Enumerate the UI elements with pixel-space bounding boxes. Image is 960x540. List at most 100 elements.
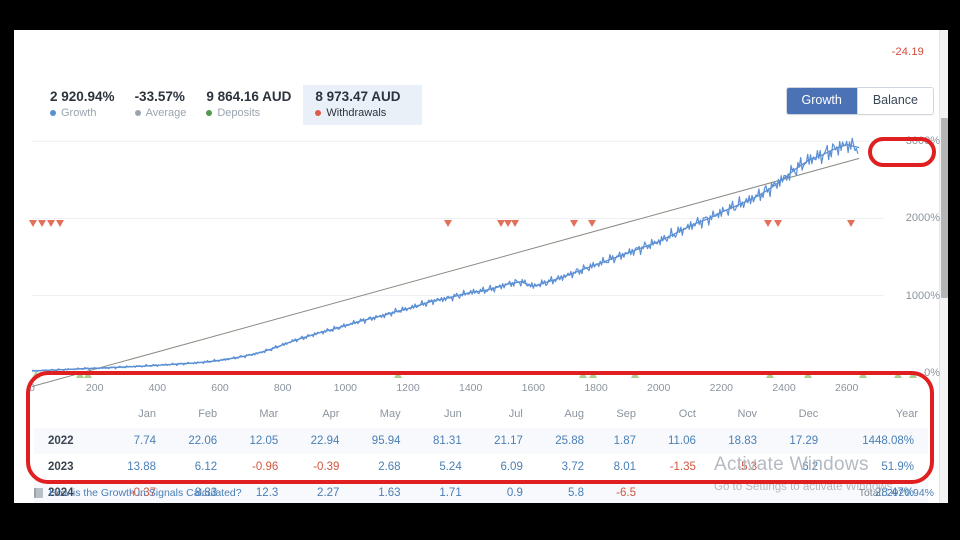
column-header: Sep (616, 408, 636, 420)
column-header: Aug (564, 408, 584, 420)
row-year: 2022 (48, 435, 74, 447)
withdrawal-marker-icon (847, 220, 855, 227)
month-value: 2.68 (378, 461, 401, 473)
x-axis-tick: 2400 (772, 382, 796, 394)
month-value: 3.72 (561, 461, 584, 473)
deposit-marker-icon (76, 371, 84, 378)
month-value: 5.24 (439, 461, 462, 473)
chart-canvas (31, 137, 884, 387)
deposit-markers (14, 366, 948, 378)
x-axis-tick: 0 (29, 382, 35, 394)
x-axis-tick: 600 (211, 382, 229, 394)
stat-growth: 2 920.94% Growth (42, 85, 127, 125)
panel-footer: How is the Growth in Signals Calculated?… (34, 487, 934, 499)
table-header-row: Jan Feb Mar Apr May Jun Jul Aug Sep Oct Nov Dec Year (34, 402, 928, 428)
withdrawal-marker-icon (774, 220, 782, 227)
legend-dot-icon (206, 110, 213, 116)
toggle-growth-button[interactable]: Growth (786, 88, 857, 114)
deposit-marker-icon (32, 371, 40, 378)
growth-calculation-link[interactable]: How is the Growth in Signals Calculated? (49, 487, 242, 499)
month-value: 13.88 (127, 461, 157, 473)
withdrawal-marker-icon (588, 220, 596, 227)
deposit-marker-icon (631, 371, 639, 378)
column-header (34, 402, 105, 428)
stat-label: Growth (50, 107, 115, 119)
chart-mode-toggle[interactable]: Growth Balance (785, 87, 934, 115)
column-header: Jun (443, 408, 462, 420)
deposit-marker-icon (859, 371, 867, 378)
x-axis-tick: 2000 (646, 382, 671, 394)
total-label: Total: (858, 487, 887, 499)
negative-value-label: -24.19 (891, 46, 924, 58)
column-header: May (379, 408, 401, 420)
month-value: 22.94 (310, 435, 340, 447)
toggle-balance-button[interactable]: Balance (856, 88, 933, 114)
column-header: Jan (138, 408, 157, 420)
growth-panel: -24.19 2 920.94% Growth -33.57% Average 9 86… (14, 30, 948, 503)
month-value: -0.39 (313, 461, 340, 473)
growth-chart[interactable] (14, 126, 948, 388)
deposit-marker-icon (909, 371, 917, 378)
chart-x-axis: 0 200 400 600 800 1000 1200 1400 1600 1800 2000 220… (14, 382, 948, 398)
x-axis-tick: 1600 (521, 382, 546, 394)
x-axis-tick: 1000 (333, 382, 358, 394)
legend-dot-icon (315, 110, 322, 116)
withdrawal-marker-icon (38, 220, 46, 227)
stat-deposits: 9 864.16 AUD Deposits (198, 85, 303, 125)
withdrawal-marker-icon (764, 220, 772, 227)
stat-label: Withdrawals (315, 107, 400, 119)
month-value: 21.17 (494, 435, 523, 447)
withdrawal-marker-icon (56, 220, 64, 227)
column-header: Year (895, 408, 918, 420)
year-total: 51.9% (881, 461, 914, 473)
deposit-marker-icon (804, 371, 812, 378)
month-value: 11.06 (667, 435, 696, 447)
deposit-marker-icon (84, 371, 92, 378)
x-axis-tick: 1200 (396, 382, 420, 394)
deposit-marker-icon (766, 371, 774, 378)
legend-dot-icon (134, 110, 141, 116)
column-header: Apr (322, 408, 340, 420)
month-value: 95.94 (371, 435, 401, 447)
month-value: 8.01 (613, 461, 636, 473)
month-value: 18.83 (728, 435, 758, 447)
deposit-marker-icon (394, 371, 402, 378)
month-value: 25.88 (555, 435, 584, 447)
x-axis-tick: 400 (148, 382, 167, 394)
stat-label: Deposits (206, 107, 291, 119)
month-value: -1.35 (669, 461, 696, 473)
x-axis-tick: 2600 (834, 382, 859, 394)
x-axis-tick: 200 (85, 382, 104, 394)
footer-help[interactable]: How is the Growth in Signals Calculated? (34, 487, 242, 499)
column-header: Dec (798, 408, 819, 420)
row-year: 2023 (48, 461, 74, 473)
y-axis-tick: 0% (924, 366, 940, 379)
y-axis-tick: 3000% (905, 135, 940, 148)
screenshot-root: -24.19 2 920.94% Growth -33.57% Average 9 86… (0, 0, 960, 540)
stat-label: Average (134, 107, 186, 119)
month-value: 6.09 (500, 461, 523, 473)
book-icon (34, 488, 43, 498)
stat-average: -33.57% Average (127, 85, 199, 125)
column-header: Feb (198, 408, 218, 420)
withdrawal-markers (14, 218, 948, 232)
month-value: 6.12 (194, 461, 218, 473)
table-row[interactable]: 2023 13.88 6.12 -0.96 -0.39 2.68 5.24 6.09 3.72 8… (34, 454, 928, 480)
table-row[interactable]: 2022 7.74 22.06 12.05 22.94 95.94 81.31 21.17 25… (34, 428, 928, 454)
vertical-scrollbar[interactable] (939, 30, 948, 503)
month-value: 17.29 (789, 435, 819, 447)
deposit-marker-icon (579, 371, 587, 378)
year-total: 1448.08% (862, 435, 914, 447)
stats-row: 2 920.94% Growth -33.57% Average 9 864.16 AU… (42, 85, 423, 125)
stat-withdrawals: 8 973.47 AUD Withdrawals (303, 85, 423, 125)
withdrawal-marker-icon (47, 220, 55, 227)
scrollbar-thumb[interactable] (941, 118, 948, 298)
month-value: 22.06 (188, 435, 218, 447)
deposit-marker-icon (894, 371, 902, 378)
x-axis-tick: 800 (273, 382, 292, 394)
stat-value: 2 920.94% (50, 89, 115, 104)
column-header: Nov (737, 408, 758, 420)
month-value: 7.74 (133, 435, 157, 447)
column-header: Mar (259, 408, 279, 420)
withdrawal-marker-icon (511, 220, 519, 227)
